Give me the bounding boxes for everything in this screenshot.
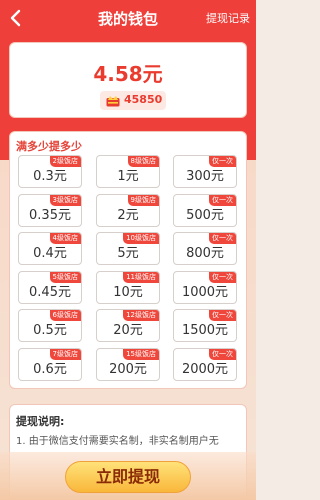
- withdraw-option[interactable]: 11级饭店 10元: [96, 270, 160, 304]
- withdraw-option[interactable]: 3级饭店 0.35元: [18, 193, 82, 227]
- option-amount: 1000元: [181, 284, 229, 300]
- option-amount: 0.6元: [33, 361, 67, 377]
- withdraw-option[interactable]: 15级饭店 200元: [96, 347, 160, 381]
- withdraw-option[interactable]: 9级饭店 2元: [96, 193, 160, 227]
- option-amount: 2000元: [181, 361, 229, 377]
- withdraw-history-link[interactable]: 提现记录: [206, 10, 250, 26]
- crown-coin-icon: [106, 96, 120, 107]
- option-amount: 1500元: [181, 323, 229, 338]
- option-amount: 1元: [117, 169, 139, 184]
- withdraw-option[interactable]: 5级饭店 0.45元: [18, 270, 82, 304]
- balance-amount: 4.58元: [93, 62, 163, 86]
- option-amount: 300元: [186, 169, 224, 184]
- option-amount: 800元: [186, 246, 224, 261]
- withdraw-option[interactable]: 6级饭店 0.5元: [18, 309, 82, 342]
- option-amount: 0.3元: [33, 169, 67, 184]
- option-amount: 0.45元: [29, 284, 71, 300]
- withdraw-option[interactable]: 仅一次 2000元: [173, 347, 237, 381]
- option-amount: 200元: [109, 361, 147, 377]
- option-amount: 0.4元: [33, 246, 67, 261]
- option-amount: 0.35元: [29, 207, 71, 223]
- notes-title: 提现说明:: [16, 415, 65, 428]
- withdraw-option[interactable]: 仅一次 500元: [173, 193, 237, 227]
- withdraw-now-button[interactable]: 立即提现: [65, 461, 191, 493]
- option-amount: 0.5元: [33, 323, 67, 338]
- balance-card: 4.58元 45850: [9, 42, 247, 118]
- withdraw-options-grid: 2级饭店 0.3元 8级饭店 1元 仅一次 300元 3级饭店 0.35元 9级饭店 2元 仅一次 5…: [10, 132, 248, 390]
- withdraw-option[interactable]: 仅一次 300元: [173, 155, 237, 188]
- notes-line: 1. 由于微信支付需要实名制，非实名制用户无: [16, 436, 219, 447]
- withdraw-option[interactable]: 4级饭店 0.4元: [18, 232, 82, 265]
- withdraw-options-panel: 满多少提多少 2级饭店 0.3元 8级饭店 1元 仅一次 300元 3级饭店 0.35元 9级饭…: [9, 131, 247, 389]
- withdraw-option[interactable]: 仅一次 1500元: [173, 309, 237, 342]
- option-amount: 10元: [113, 284, 143, 300]
- withdraw-option[interactable]: 仅一次 800元: [173, 232, 237, 265]
- option-amount: 20元: [113, 323, 143, 338]
- coin-balance: 45850: [100, 91, 166, 110]
- coin-count: 45850: [124, 93, 163, 106]
- withdraw-option[interactable]: 12级饭店 20元: [96, 309, 160, 342]
- top-bar: 我的钱包 提现记录: [0, 0, 256, 36]
- option-amount: 500元: [186, 207, 224, 223]
- withdraw-option[interactable]: 2级饭店 0.3元: [18, 155, 82, 188]
- option-amount: 5元: [117, 246, 139, 261]
- chevron-left-icon[interactable]: [6, 8, 26, 28]
- withdraw-option[interactable]: 仅一次 1000元: [173, 270, 237, 304]
- option-amount: 2元: [117, 207, 139, 223]
- withdraw-option[interactable]: 7级饭店 0.6元: [18, 347, 82, 381]
- withdraw-option[interactable]: 8级饭店 1元: [96, 155, 160, 188]
- withdraw-option[interactable]: 10级饭店 5元: [96, 232, 160, 265]
